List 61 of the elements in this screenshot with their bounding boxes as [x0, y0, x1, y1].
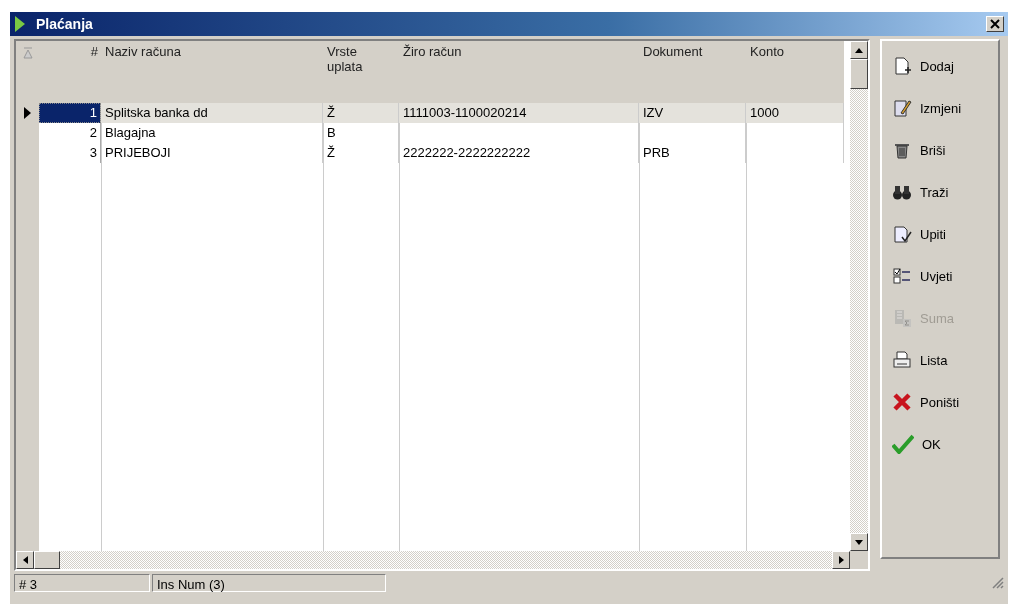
column-header[interactable]: Konto [746, 41, 844, 103]
column-header[interactable]: Vrste uplata [323, 41, 399, 103]
scroll-up-button[interactable] [850, 41, 868, 59]
new-document-icon [892, 56, 912, 76]
toolbar-button[interactable]: Briši [882, 129, 998, 171]
printer-icon [892, 350, 912, 370]
left-arrow-icon [22, 556, 28, 564]
scroll-left-button[interactable] [16, 551, 34, 569]
window-title: Plaćanja [36, 16, 93, 32]
table-cell: B [323, 123, 399, 143]
right-arrow-icon [838, 556, 844, 564]
app-icon [14, 15, 26, 33]
down-arrow-icon [855, 539, 863, 545]
scroll-thumb[interactable] [34, 551, 60, 569]
table-cell: Splitska banka dd [101, 103, 323, 123]
sort-icon [22, 47, 33, 59]
horizontal-scrollbar[interactable] [16, 551, 850, 569]
toolbar-button[interactable]: Upiti [882, 213, 998, 255]
edit-document-icon [892, 98, 912, 118]
table-cell: PRIJEBOJI [101, 143, 323, 163]
resize-grip-icon[interactable] [990, 575, 1004, 589]
row-number: 2 [39, 123, 101, 143]
document-check-icon [892, 224, 912, 244]
toolbar-button[interactable]: Poništi [882, 381, 998, 423]
table-row[interactable]: 1 Splitska banka dd Ž 1111003-1100020214 IZV 1000 [16, 103, 850, 123]
scroll-down-button[interactable] [850, 533, 868, 551]
column-header[interactable]: Naziv računa [101, 41, 323, 103]
toolbar-button[interactable]: Izmjeni [882, 87, 998, 129]
row-number: 1 [39, 103, 101, 123]
sum-icon [892, 308, 912, 328]
checkmark-icon [892, 434, 914, 454]
toolbar-button[interactable]: Dodaj [882, 45, 998, 87]
toolbar-button[interactable]: Uvjeti [882, 255, 998, 297]
scrollbar-corner [850, 551, 868, 569]
toolbar-button[interactable]: OK [882, 423, 998, 465]
table-row[interactable]: 3 PRIJEBOJI Ž 2222222-2222222222 PRB [16, 143, 850, 163]
scroll-thumb[interactable] [850, 59, 868, 89]
table-cell: PRB [639, 143, 746, 163]
close-button[interactable] [986, 16, 1004, 32]
table-row[interactable]: 2 Blagajna B [16, 123, 850, 143]
table-cell: Ž [323, 143, 399, 163]
scroll-right-button[interactable] [832, 551, 850, 569]
toolbar-button[interactable]: Traži [882, 171, 998, 213]
table-cell: 2222222-2222222222 [399, 143, 639, 163]
row-number: 3 [39, 143, 101, 163]
vertical-scrollbar[interactable] [850, 41, 868, 551]
table-cell: Blagajna [101, 123, 323, 143]
close-icon [892, 392, 912, 412]
checklist-icon [892, 266, 912, 286]
column-header[interactable]: # [39, 41, 101, 103]
table-cell: Ž [323, 103, 399, 123]
table-cell: 1000 [746, 103, 844, 123]
table-cell: IZV [639, 103, 746, 123]
status-pane: # 3 [14, 574, 150, 592]
toolbar-button[interactable]: Lista [882, 339, 998, 381]
table-cell: 1111003-1100020214 [399, 103, 639, 123]
column-header[interactable]: Žiro račun [399, 41, 639, 103]
up-arrow-icon [855, 47, 863, 53]
row-indicator-icon [24, 107, 31, 119]
status-pane: Ins Num (3) [152, 574, 386, 592]
column-header[interactable]: Dokument [639, 41, 746, 103]
